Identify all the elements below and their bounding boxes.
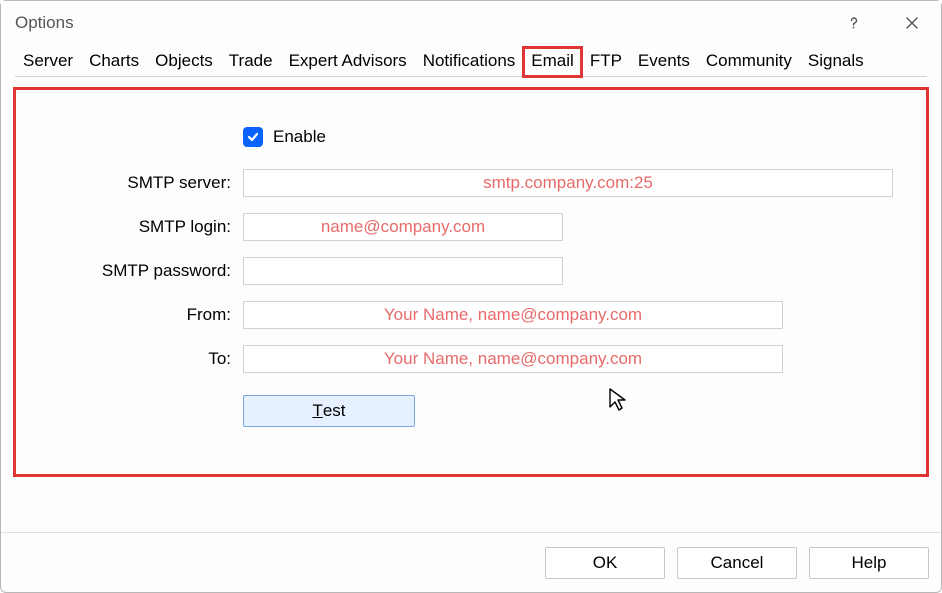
tab-trade[interactable]: Trade — [221, 47, 281, 77]
email-form: Enable SMTP server: SMTP login: SMTP pas… — [13, 87, 929, 427]
tab-server[interactable]: Server — [15, 47, 81, 77]
tab-notifications[interactable]: Notifications — [415, 47, 524, 77]
to-input[interactable] — [243, 345, 783, 373]
smtp-login-label: SMTP login: — [43, 217, 243, 237]
tab-expert-advisors[interactable]: Expert Advisors — [281, 47, 415, 77]
to-label: To: — [43, 349, 243, 369]
smtp-server-label: SMTP server: — [43, 173, 243, 193]
tab-strip: ServerChartsObjectsTradeExpert AdvisorsN… — [1, 45, 941, 77]
email-tab-content: Enable SMTP server: SMTP login: SMTP pas… — [13, 87, 929, 547]
help-button[interactable]: Help — [809, 547, 929, 579]
from-input[interactable] — [243, 301, 783, 329]
enable-label: Enable — [273, 127, 326, 147]
tab-objects[interactable]: Objects — [147, 47, 221, 77]
window-title: Options — [15, 13, 74, 33]
from-label: From: — [43, 305, 243, 325]
tab-charts[interactable]: Charts — [81, 47, 147, 77]
ok-button[interactable]: OK — [545, 547, 665, 579]
smtp-password-label: SMTP password: — [43, 261, 243, 281]
titlebar: Options — [1, 1, 941, 45]
tab-ftp[interactable]: FTP — [582, 47, 630, 77]
smtp-password-input[interactable] — [243, 257, 563, 285]
close-icon[interactable] — [883, 1, 941, 45]
cancel-button[interactable]: Cancel — [677, 547, 797, 579]
enable-row: Enable — [243, 127, 899, 147]
tab-events[interactable]: Events — [630, 47, 698, 77]
smtp-server-input[interactable] — [243, 169, 893, 197]
dialog-button-bar: OK Cancel Help — [1, 532, 941, 592]
smtp-login-input[interactable] — [243, 213, 563, 241]
tab-community[interactable]: Community — [698, 47, 800, 77]
tab-email[interactable]: Email — [523, 47, 582, 77]
titlebar-controls — [825, 1, 941, 45]
options-dialog: Options ServerChartsObjectsTradeExpert A… — [0, 0, 942, 593]
help-icon[interactable] — [825, 1, 883, 45]
test-button[interactable]: Test — [243, 395, 415, 427]
enable-checkbox[interactable] — [243, 127, 263, 147]
tab-signals[interactable]: Signals — [800, 47, 872, 77]
